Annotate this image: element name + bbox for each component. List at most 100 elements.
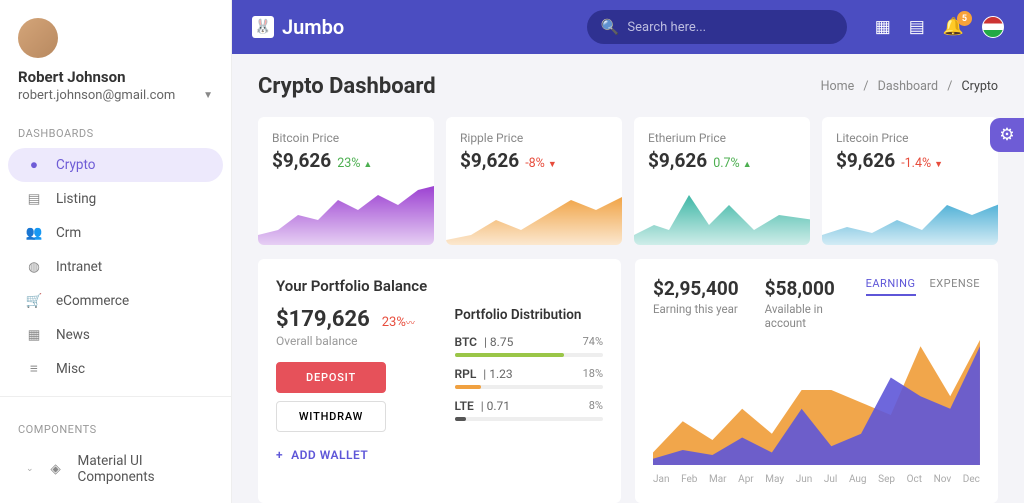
- sidebar-item-intranet[interactable]: ◍Intranet: [8, 250, 223, 284]
- earnings-chart: [653, 340, 980, 470]
- chat-icon[interactable]: ▤: [909, 17, 925, 37]
- username: Robert Johnson: [18, 68, 213, 86]
- add-wallet-button[interactable]: + ADD WALLET: [276, 448, 425, 462]
- tab-expense[interactable]: EXPENSE: [930, 277, 980, 296]
- logo[interactable]: 🐰 Jumbo: [252, 15, 344, 39]
- bell-icon[interactable]: 🔔5: [943, 17, 964, 37]
- search-input[interactable]: [627, 20, 832, 35]
- sidebar: Robert Johnson robert.johnson@gmail.com …: [0, 0, 232, 503]
- sidebar-item-crm[interactable]: 👥Crm: [8, 216, 223, 250]
- sidebar-item-coremat-components[interactable]: ⌄◈Coremat Components: [8, 494, 223, 503]
- price-card-litecoin[interactable]: Litecoin Price $9,626 -1.4%▼: [822, 117, 998, 245]
- month-label: Aug: [849, 474, 867, 485]
- sidebar-item-listing[interactable]: ▤Listing: [8, 182, 223, 216]
- price-delta: 23%▲: [337, 156, 372, 171]
- dist-item-lte: LTE | 0.718%: [455, 399, 604, 421]
- earnings-tabs: EARNING EXPENSE: [866, 277, 980, 296]
- users-icon: 👥: [26, 225, 42, 241]
- portfolio-delta: 23%〰: [382, 315, 415, 330]
- price-value: $9,626: [648, 149, 707, 172]
- sparkline: [446, 185, 622, 245]
- sparkline: [634, 185, 810, 245]
- month-label: Oct: [907, 474, 922, 485]
- price-card-bitcoin[interactable]: Bitcoin Price $9,626 23%▲: [258, 117, 434, 245]
- list-icon: ▤: [26, 191, 42, 207]
- price-card-etherium[interactable]: Etherium Price $9,626 0.7%▲: [634, 117, 810, 245]
- sidebar-item-material-ui-components[interactable]: ⌄◈Material UI Components: [8, 444, 223, 494]
- distribution-title: Portfolio Distribution: [455, 307, 604, 323]
- locale-flag[interactable]: [982, 16, 1004, 38]
- content: Crypto Dashboard Home / Dashboard / Cryp…: [232, 54, 1024, 503]
- earnings-panel: $2,95,400 Earning this year $58,000 Avai…: [635, 259, 998, 503]
- breadcrumb: Home / Dashboard / Crypto: [821, 79, 998, 94]
- avatar[interactable]: [18, 18, 58, 58]
- search-icon: 🔍: [601, 18, 620, 36]
- month-label: Mar: [709, 474, 727, 485]
- chevron-down-icon: ⌄: [26, 464, 34, 474]
- settings-fab[interactable]: ⚙: [990, 118, 1024, 152]
- price-value: $9,626: [836, 149, 895, 172]
- portfolio-title: Your Portfolio Balance: [276, 277, 603, 295]
- deposit-button[interactable]: DEPOSIT: [276, 362, 386, 393]
- price-card-name: Bitcoin Price: [272, 131, 420, 145]
- withdraw-button[interactable]: WITHDRAW: [276, 401, 386, 432]
- price-value: $9,626: [272, 149, 331, 172]
- month-label: Jul: [824, 474, 837, 485]
- apps-icon[interactable]: ▦: [875, 17, 891, 37]
- month-label: Sep: [878, 474, 895, 485]
- sidebar-item-crypto[interactable]: ●Crypto: [8, 148, 223, 182]
- brand-name: Jumbo: [282, 15, 344, 39]
- price-card-ripple[interactable]: Ripple Price$9,626-8%▼: [446, 117, 622, 245]
- sidebar-item-misc[interactable]: ≡Misc: [8, 352, 223, 386]
- breadcrumb-home[interactable]: Home: [821, 79, 855, 94]
- portfolio-sub: Overall balance: [276, 334, 425, 348]
- profile-block: Robert Johnson robert.johnson@gmail.com …: [0, 0, 231, 111]
- component-icon: ◈: [48, 461, 64, 477]
- portfolio-panel: Your Portfolio Balance $179,626 23%〰 Ove…: [258, 259, 621, 503]
- globe-icon: ◍: [26, 259, 42, 275]
- earning-amount: $2,95,400: [653, 277, 739, 300]
- price-card-name: Litecoin Price: [836, 131, 984, 145]
- divider: [0, 396, 231, 397]
- earning-sub: Earning this year: [653, 302, 739, 316]
- logo-icon: 🐰: [252, 16, 274, 38]
- available-sub: Available in account: [765, 302, 840, 330]
- sidebar-section-dashboards: DASHBOARDS: [0, 111, 231, 148]
- month-label: Apr: [738, 474, 754, 485]
- sparkline: [258, 185, 434, 245]
- month-label: May: [765, 474, 784, 485]
- price-delta: 0.7%▲: [713, 156, 751, 171]
- gear-icon: ⚙: [999, 125, 1014, 145]
- price-delta: -1.4%▼: [901, 156, 943, 171]
- tab-earning[interactable]: EARNING: [866, 277, 916, 296]
- chevron-down-icon: ▼: [203, 90, 213, 101]
- trend-icon: ▼: [548, 160, 557, 170]
- month-label: Jun: [796, 474, 813, 485]
- dist-item-rpl: RPL | 1.2318%: [455, 367, 604, 389]
- cart-icon: 🛒: [26, 293, 42, 309]
- price-card-name: Ripple Price: [460, 131, 608, 145]
- sidebar-section-components: COMPONENTS: [0, 407, 231, 444]
- portfolio-balance: $179,626: [276, 307, 370, 332]
- dist-item-btc: BTC | 8.7574%: [455, 335, 604, 357]
- search-bar[interactable]: 🔍: [587, 10, 847, 44]
- month-label: Dec: [963, 474, 980, 485]
- header: 🐰 Jumbo 🔍 ▦ ▤ 🔔5: [232, 0, 1024, 54]
- month-label: Nov: [934, 474, 952, 485]
- chart-months: Jan Feb Mar Apr May Jun Jul Aug Sep Oct Nov Dec: [653, 474, 980, 485]
- dollar-icon: ●: [26, 157, 42, 173]
- email-dropdown[interactable]: robert.johnson@gmail.com ▼: [18, 88, 213, 103]
- user-email: robert.johnson@gmail.com: [18, 88, 175, 103]
- sidebar-item-news[interactable]: ▦News: [8, 318, 223, 352]
- price-card-name: Etherium Price: [648, 131, 796, 145]
- main: 🐰 Jumbo 🔍 ▦ ▤ 🔔5 Crypto Dashboard Home /…: [232, 0, 1024, 503]
- month-label: Feb: [681, 474, 697, 485]
- trend-icon: ▲: [743, 160, 752, 170]
- month-label: Jan: [653, 474, 669, 485]
- breadcrumb-dashboard[interactable]: Dashboard: [878, 79, 938, 94]
- trend-icon: ▼: [934, 160, 943, 170]
- trend-icon: ▲: [363, 160, 372, 170]
- sidebar-item-ecommerce[interactable]: 🛒eCommerce: [8, 284, 223, 318]
- sparkline: [822, 185, 998, 245]
- price-delta: -8%▼: [525, 156, 557, 171]
